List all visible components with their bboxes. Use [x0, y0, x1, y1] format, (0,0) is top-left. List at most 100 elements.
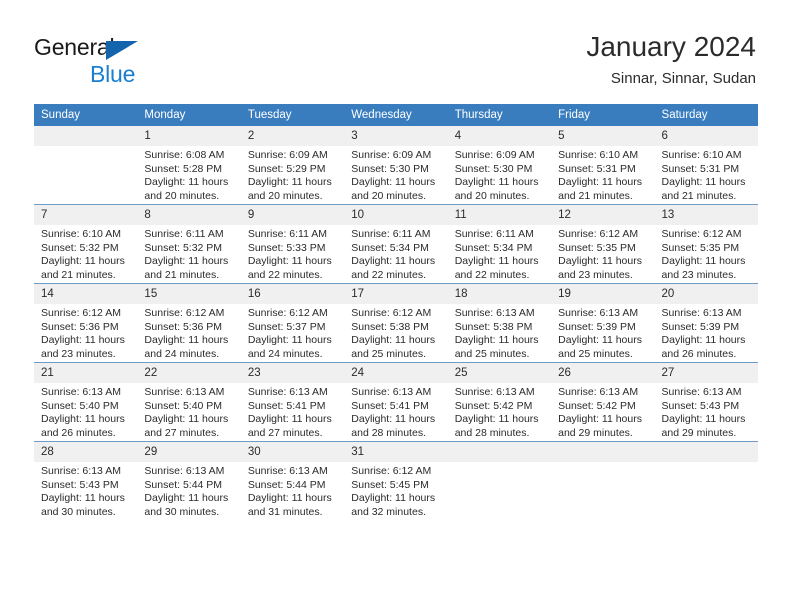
day-cell[interactable]: 3 Sunrise: 6:09 AM Sunset: 5:30 PM Daylight… — [344, 126, 448, 205]
daylight-text-line2: and 26 minutes. — [41, 426, 116, 439]
day-cell[interactable]: 13 Sunrise: 6:12 AM Sunset: 5:35 PM Dayligh… — [654, 204, 758, 284]
daylight-text-line2: and 30 minutes. — [41, 505, 116, 518]
daylight-text-line1: Daylight: 11 hours — [41, 413, 125, 426]
sunset-text: Sunset: 5:44 PM — [144, 478, 223, 491]
weekday-header-friday: Friday — [551, 104, 655, 126]
day-cell[interactable]: 24 Sunrise: 6:13 AM Sunset: 5:41 PM Dayligh… — [344, 362, 448, 442]
daylight-text-line2: and 27 minutes. — [144, 426, 220, 439]
daylight-text-line1: Daylight: 11 hours — [661, 413, 746, 426]
day-number: 15 — [137, 284, 241, 304]
day-number: 13 — [654, 205, 758, 225]
daylight-text-line2: and 25 minutes. — [454, 347, 530, 360]
calendar-page: General Blue January 2024 Sinnar, Sinnar… — [0, 0, 792, 612]
day-cell[interactable]: 22 Sunrise: 6:13 AM Sunset: 5:40 PM Dayligh… — [137, 362, 241, 442]
daylight-text-line2: and 20 minutes. — [454, 189, 530, 202]
sunrise-text: Sunrise: 6:09 AM — [454, 149, 535, 161]
sunrise-text: Sunrise: 6:12 AM — [247, 307, 328, 319]
sunrise-text: Sunrise: 6:12 AM — [661, 228, 742, 240]
sunset-text: Sunset: 5:31 PM — [558, 162, 636, 175]
daylight-text-line1: Daylight: 11 hours — [351, 334, 436, 347]
day-cell[interactable]: 4 Sunrise: 6:09 AM Sunset: 5:30 PM Daylight… — [447, 126, 552, 205]
day-cell[interactable] — [34, 126, 138, 205]
daylight-text-line2: and 29 minutes. — [661, 426, 737, 439]
day-cell[interactable] — [447, 441, 552, 520]
day-cell[interactable]: 25 Sunrise: 6:13 AM Sunset: 5:42 PM Dayligh… — [447, 362, 552, 442]
day-cell[interactable]: 31 Sunrise: 6:12 AM Sunset: 5:45 PM Dayligh… — [344, 441, 448, 520]
daylight-text-line2: and 22 minutes. — [351, 268, 426, 281]
day-cell[interactable]: 29 Sunrise: 6:13 AM Sunset: 5:44 PM Dayligh… — [137, 441, 241, 520]
daylight-text-line1: Daylight: 11 hours — [351, 413, 436, 426]
daylight-text-line2: and 21 minutes. — [661, 189, 737, 202]
day-number: 24 — [344, 363, 448, 383]
day-cell[interactable]: 1 Sunrise: 6:08 AM Sunset: 5:28 PM Daylight… — [137, 126, 241, 205]
sunset-text: Sunset: 5:34 PM — [454, 241, 533, 254]
daylight-text-line1: Daylight: 11 hours — [144, 492, 229, 505]
day-cell[interactable]: 6 Sunrise: 6:10 AM Sunset: 5:31 PM Daylight… — [654, 126, 758, 205]
sunrise-text: Sunrise: 6:13 AM — [661, 307, 742, 319]
day-cell[interactable]: 10 Sunrise: 6:11 AM Sunset: 5:34 PM Dayligh… — [344, 204, 448, 284]
day-cell[interactable]: 19 Sunrise: 6:13 AM Sunset: 5:39 PM Dayligh… — [551, 283, 655, 363]
title-block: January 2024 Sinnar, Sinnar, Sudan — [586, 30, 756, 89]
day-number: 7 — [34, 205, 138, 225]
daylight-text-line1: Daylight: 11 hours — [558, 176, 642, 189]
day-cell[interactable]: 5 Sunrise: 6:10 AM Sunset: 5:31 PM Daylight… — [551, 126, 655, 205]
day-cell[interactable]: 7 Sunrise: 6:10 AM Sunset: 5:32 PM Daylight… — [34, 204, 138, 284]
daylight-text-line1: Daylight: 11 hours — [144, 413, 229, 426]
day-cell[interactable]: 23 Sunrise: 6:13 AM Sunset: 5:41 PM Dayligh… — [240, 362, 345, 442]
sunrise-text: Sunrise: 6:13 AM — [661, 386, 742, 398]
daylight-text-line1: Daylight: 11 hours — [351, 492, 436, 505]
calendar-header-row: Sunday Monday Tuesday Wednesday Thursday… — [34, 104, 758, 126]
daylight-text-line2: and 28 minutes. — [351, 426, 426, 439]
daylight-text-line1: Daylight: 11 hours — [454, 255, 539, 268]
day-number: 31 — [344, 442, 448, 462]
day-cell[interactable] — [654, 441, 758, 520]
daylight-text-line1: Daylight: 11 hours — [247, 492, 332, 505]
sunset-text: Sunset: 5:30 PM — [454, 162, 533, 175]
general-blue-logo[interactable]: General Blue — [34, 36, 274, 88]
sunset-text: Sunset: 5:41 PM — [247, 399, 326, 412]
daylight-text-line2: and 24 minutes. — [247, 347, 323, 360]
weekday-header-saturday: Saturday — [654, 104, 758, 126]
sunrise-text: Sunrise: 6:13 AM — [41, 386, 121, 398]
day-cell[interactable]: 11 Sunrise: 6:11 AM Sunset: 5:34 PM Dayligh… — [447, 204, 552, 284]
daylight-text-line2: and 23 minutes. — [558, 268, 633, 281]
day-cell[interactable]: 30 Sunrise: 6:13 AM Sunset: 5:44 PM Dayligh… — [240, 441, 345, 520]
day-cell[interactable]: 15 Sunrise: 6:12 AM Sunset: 5:36 PM Dayligh… — [137, 283, 241, 363]
day-cell[interactable]: 14 Sunrise: 6:12 AM Sunset: 5:36 PM Dayligh… — [34, 283, 138, 363]
daylight-text-line2: and 23 minutes. — [661, 268, 737, 281]
day-cell[interactable]: 8 Sunrise: 6:11 AM Sunset: 5:32 PM Daylight… — [137, 204, 241, 284]
logo-triangle-icon — [106, 41, 138, 60]
sunset-text: Sunset: 5:30 PM — [351, 162, 429, 175]
sunset-text: Sunset: 5:32 PM — [41, 241, 119, 254]
sunrise-text: Sunrise: 6:13 AM — [558, 307, 639, 319]
day-number: 27 — [654, 363, 758, 383]
daylight-text-line1: Daylight: 11 hours — [661, 334, 746, 347]
day-number: 14 — [34, 284, 138, 304]
daylight-text-line1: Daylight: 11 hours — [558, 255, 642, 268]
day-cell[interactable]: 26 Sunrise: 6:13 AM Sunset: 5:42 PM Dayligh… — [551, 362, 655, 442]
daylight-text-line2: and 32 minutes. — [351, 505, 426, 518]
daylight-text-line2: and 22 minutes. — [454, 268, 530, 281]
day-cell[interactable]: 28 Sunrise: 6:13 AM Sunset: 5:43 PM Dayligh… — [34, 441, 138, 520]
day-cell[interactable]: 12 Sunrise: 6:12 AM Sunset: 5:35 PM Dayligh… — [551, 204, 655, 284]
day-cell[interactable]: 16 Sunrise: 6:12 AM Sunset: 5:37 PM Dayligh… — [240, 283, 345, 363]
sunset-text: Sunset: 5:36 PM — [41, 320, 119, 333]
day-number: 11 — [447, 205, 552, 225]
daylight-text-line2: and 25 minutes. — [558, 347, 633, 360]
day-cell[interactable]: 18 Sunrise: 6:13 AM Sunset: 5:38 PM Dayligh… — [447, 283, 552, 363]
weekday-header-sunday: Sunday — [34, 104, 138, 126]
day-cell[interactable]: 20 Sunrise: 6:13 AM Sunset: 5:39 PM Dayligh… — [654, 283, 758, 363]
day-cell[interactable]: 27 Sunrise: 6:13 AM Sunset: 5:43 PM Dayligh… — [654, 362, 758, 442]
sunrise-text: Sunrise: 6:09 AM — [247, 149, 328, 161]
sunrise-text: Sunrise: 6:12 AM — [351, 465, 432, 477]
daylight-text-line1: Daylight: 11 hours — [247, 334, 332, 347]
sunset-text: Sunset: 5:35 PM — [558, 241, 636, 254]
day-number: 20 — [654, 284, 758, 304]
day-number: 12 — [551, 205, 655, 225]
day-cell[interactable] — [551, 441, 655, 520]
day-cell[interactable]: 21 Sunrise: 6:13 AM Sunset: 5:40 PM Dayligh… — [34, 362, 138, 442]
day-cell[interactable]: 2 Sunrise: 6:09 AM Sunset: 5:29 PM Daylight… — [240, 126, 345, 205]
day-cell[interactable]: 17 Sunrise: 6:12 AM Sunset: 5:38 PM Dayligh… — [344, 283, 448, 363]
day-cell[interactable]: 9 Sunrise: 6:11 AM Sunset: 5:33 PM Daylight… — [240, 204, 345, 284]
sunrise-text: Sunrise: 6:12 AM — [41, 307, 121, 319]
